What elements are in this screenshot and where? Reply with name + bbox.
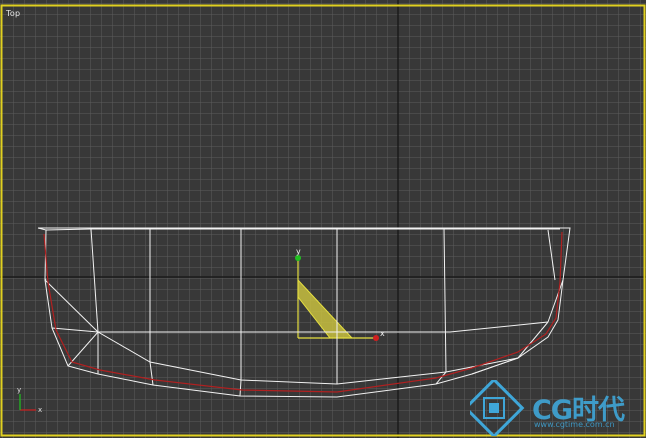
top-viewport[interactable]: y x y x Top CG时代 www.cgtime.com.cn (0, 0, 646, 438)
grid-minor (0, 0, 646, 438)
view-axis-x-label: x (38, 406, 42, 414)
viewport-canvas[interactable]: y x y x (0, 0, 646, 438)
viewport-label[interactable]: Top (6, 9, 20, 18)
view-axis-y-label: y (17, 386, 21, 394)
gizmo-x-label: x (380, 329, 385, 338)
gizmo-x-handle[interactable] (373, 335, 379, 341)
gizmo-y-label: y (296, 247, 301, 256)
